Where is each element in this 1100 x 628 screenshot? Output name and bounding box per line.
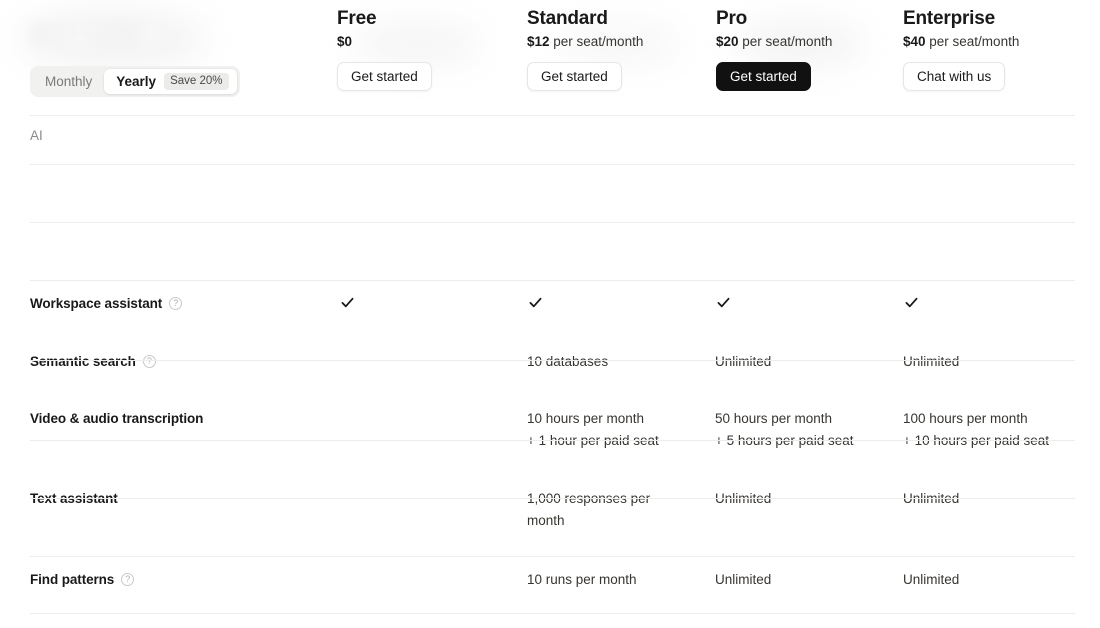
feature-label: Semantic search ? [30, 354, 156, 369]
billing-toggle-monthly[interactable]: Monthly [33, 69, 104, 94]
plan-price: $20 per seat/month [716, 34, 832, 49]
row-divider [30, 360, 1075, 361]
feature-label-text: Video & audio transcription [30, 411, 204, 426]
help-icon[interactable]: ? [121, 573, 135, 586]
row-divider [30, 440, 1075, 441]
row-divider [30, 280, 1075, 281]
plan-price: $12 per seat/month [527, 34, 643, 49]
row-divider [30, 498, 1075, 499]
feature-label-text: Find patterns [30, 572, 115, 587]
table-cell: Unlimited [903, 572, 960, 587]
table-cell-line1: 50 hours per month [715, 411, 833, 426]
table-cell: 10 runs per month [527, 572, 637, 587]
check-icon [527, 294, 544, 311]
plan-price-amount: $40 [903, 34, 926, 49]
table-cell-line2: + 1 hour per paid seat [527, 433, 659, 448]
plan-price-amount: $0 [337, 34, 353, 49]
table-cell: 1,000 responses per month [527, 488, 687, 532]
plan-price-suffix: per seat/month [549, 34, 644, 49]
row-divider [30, 613, 1075, 614]
billing-toggle-yearly-label: Yearly [116, 74, 157, 89]
feature-label-text: Workspace assistant [30, 296, 163, 311]
plan-price-suffix: per seat/month [738, 34, 833, 49]
help-icon[interactable]: ? [142, 355, 156, 368]
table-cell-line2: month [527, 513, 565, 528]
plan-cta-button-pro[interactable]: Get started [716, 62, 811, 91]
plan-price-amount: $12 [527, 34, 550, 49]
plan-price-suffix: per seat/month [925, 34, 1020, 49]
help-icon[interactable]: ? [169, 297, 183, 310]
billing-toggle-yearly[interactable]: Yearly Save 20% [104, 69, 237, 94]
plan-price-amount: $20 [716, 34, 739, 49]
pricing-comparison-page: Monthly Yearly Save 20% Free $0 Get star… [0, 0, 1100, 628]
table-cell: Unlimited [715, 572, 772, 587]
table-cell: 10 hours per month + 1 hour per paid sea… [527, 408, 659, 452]
plan-price: $0 [337, 34, 432, 49]
blurred-page-title [30, 22, 158, 46]
plan-column-free: Free $0 Get started [337, 8, 432, 91]
table-cell-line2: + 5 hours per paid seat [715, 433, 854, 448]
plan-name: Standard [527, 8, 608, 29]
pricing-header: Monthly Yearly Save 20% Free $0 Get star… [0, 0, 1100, 110]
table-cell: Unlimited [715, 491, 772, 506]
row-divider [30, 164, 1075, 165]
row-divider [30, 222, 1075, 223]
plan-column-enterprise: Enterprise $40 per seat/month Chat with … [903, 8, 1019, 91]
row-divider [30, 115, 1075, 116]
feature-label: Workspace assistant ? [30, 296, 183, 311]
plan-name: Pro [716, 8, 748, 29]
table-cell-line2: + 10 hours per paid seat [903, 433, 1049, 448]
table-cell: 10 databases [527, 354, 609, 369]
plan-column-pro: Pro $20 per seat/month Get started [716, 8, 832, 91]
feature-label-text: Semantic search [30, 354, 136, 369]
table-cell: 100 hours per month + 10 hours per paid … [903, 408, 1049, 452]
plan-cta-button-free[interactable]: Get started [337, 62, 432, 91]
section-header-ai: AI [30, 128, 43, 143]
plan-price: $40 per seat/month [903, 34, 1019, 49]
feature-label: Find patterns ? [30, 572, 135, 587]
row-divider [30, 556, 1075, 557]
table-cell: 50 hours per month + 5 hours per paid se… [715, 408, 853, 452]
plan-cta-button-standard[interactable]: Get started [527, 62, 622, 91]
plan-name: Free [337, 8, 377, 29]
table-cell: Unlimited [903, 491, 960, 506]
check-icon [903, 294, 920, 311]
plan-cta-button-enterprise[interactable]: Chat with us [903, 62, 1006, 91]
check-icon [339, 294, 356, 311]
table-cell-line1: 10 hours per month [527, 411, 645, 426]
billing-period-toggle[interactable]: Monthly Yearly Save 20% [30, 66, 240, 97]
table-cell: Unlimited [903, 354, 960, 369]
plan-column-standard: Standard $12 per seat/month Get started [527, 8, 643, 91]
check-icon [715, 294, 732, 311]
feature-label: Video & audio transcription [30, 411, 203, 426]
plan-name: Enterprise [903, 8, 995, 29]
table-cell-line1: 100 hours per month [903, 411, 1028, 426]
table-cell: Unlimited [715, 354, 772, 369]
save-badge: Save 20% [164, 72, 229, 91]
